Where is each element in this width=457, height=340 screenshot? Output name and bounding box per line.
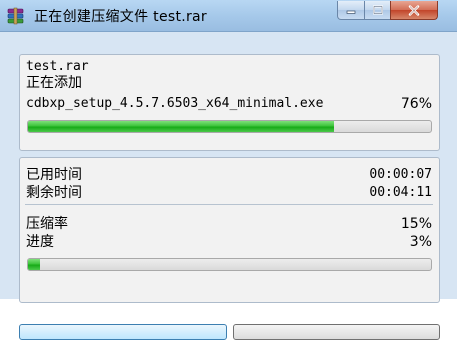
maximize-button[interactable] xyxy=(364,1,391,20)
minimize-icon xyxy=(346,10,356,14)
overall-progress-fill xyxy=(28,259,41,270)
current-file-progress-fill xyxy=(28,121,335,132)
pause-button[interactable] xyxy=(233,324,440,340)
remaining-time-value: 00:04:11 xyxy=(369,185,432,200)
window-title: 正在创建压缩文件 test.rar xyxy=(34,9,207,25)
compression-ratio-label: 压缩率 xyxy=(26,216,68,232)
overall-progress-value: 3% xyxy=(409,234,432,250)
compression-ratio-value: 15% xyxy=(400,216,432,232)
operation-status: 正在添加 xyxy=(26,75,82,91)
overall-progress-label: 进度 xyxy=(26,234,54,250)
overall-progress-bar xyxy=(27,258,432,271)
current-file-progress-bar xyxy=(27,120,432,133)
archive-name: test.rar xyxy=(26,59,89,74)
winrar-books-icon[interactable] xyxy=(6,6,26,26)
maximize-icon xyxy=(372,5,383,15)
elapsed-time-label: 已用时间 xyxy=(26,167,82,183)
current-file-percent: 76% xyxy=(400,96,432,112)
minimize-button[interactable] xyxy=(337,1,365,20)
elapsed-time-value: 00:00:07 xyxy=(369,167,432,182)
stats-divider xyxy=(25,204,433,205)
close-icon xyxy=(408,4,420,16)
current-file-name: cdbxp_setup_4.5.7.6503_x64_minimal.exe xyxy=(26,96,324,111)
title-bar[interactable]: 正在创建压缩文件 test.rar xyxy=(0,0,457,32)
remaining-time-label: 剩余时间 xyxy=(26,185,82,201)
background-button[interactable] xyxy=(19,324,227,340)
close-button[interactable] xyxy=(390,1,438,20)
